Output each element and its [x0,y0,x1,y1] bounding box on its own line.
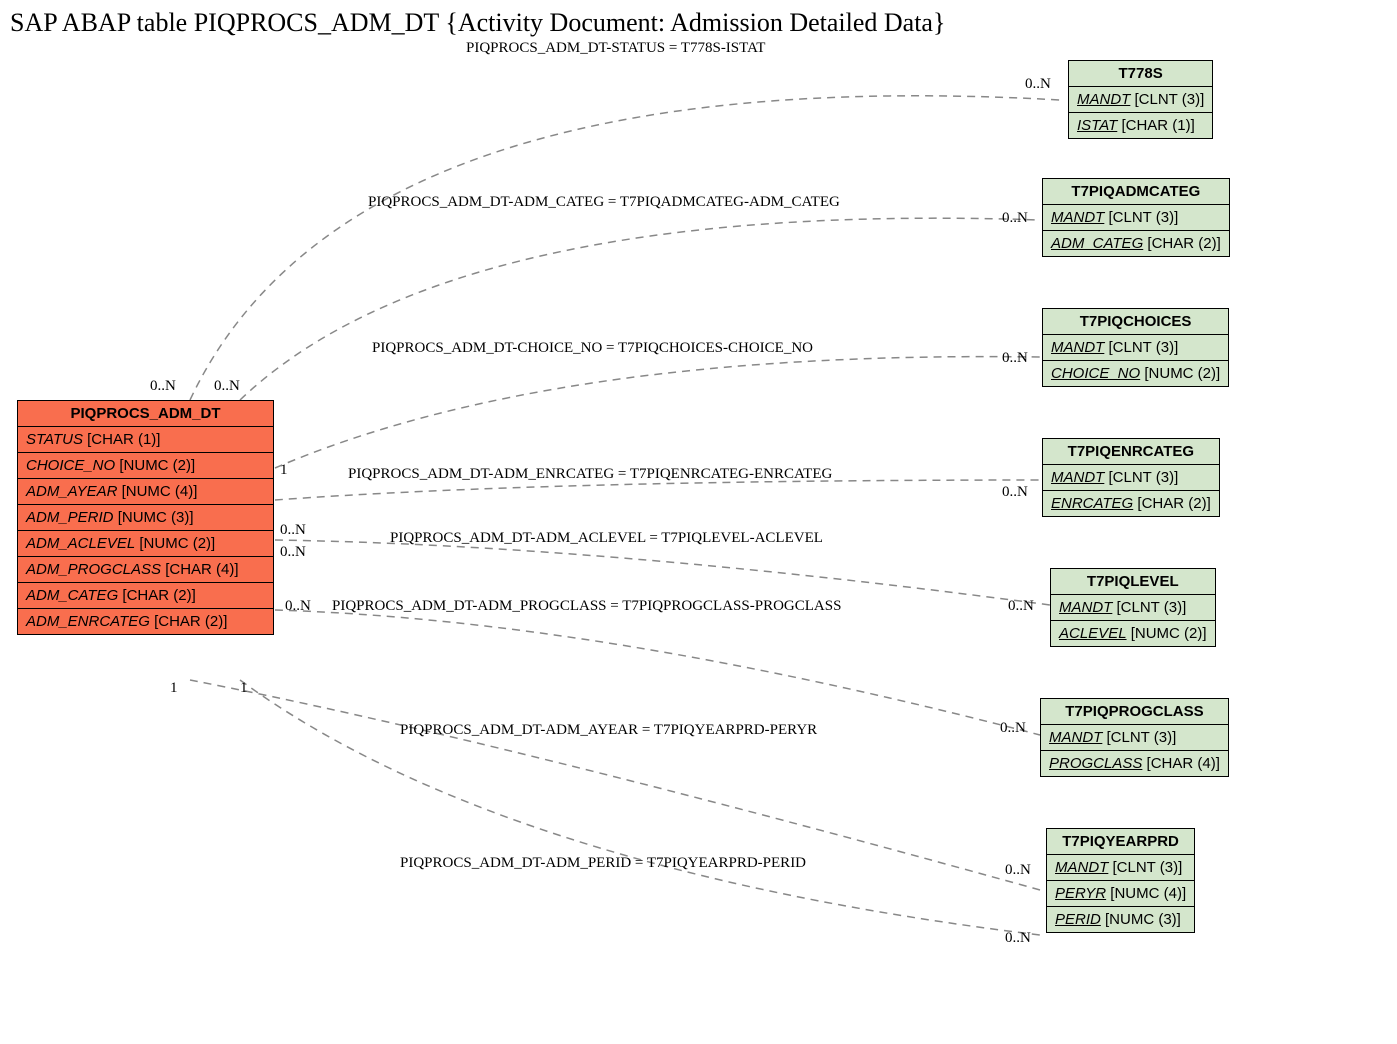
entity-header: T7PIQPROGCLASS [1041,699,1228,725]
field-row: ADM_CATEG [CHAR (2)] [18,583,273,609]
field-row: MANDT [CLNT (3)] [1051,595,1215,621]
field-row: MANDT [CLNT (3)] [1043,465,1219,491]
cardinality-label: 0..N [280,544,306,561]
entity-header: T7PIQENRCATEG [1043,439,1219,465]
entity-header: T7PIQYEARPRD [1047,829,1194,855]
relation-label: PIQPROCS_ADM_DT-STATUS = T778S-ISTAT [466,40,765,57]
cardinality-label: 0..N [1008,598,1034,615]
entity-t7piqprogclass: T7PIQPROGCLASS MANDT [CLNT (3)] PROGCLAS… [1040,698,1229,777]
cardinality-label: 0..N [1000,720,1026,737]
field-row: ADM_ACLEVEL [NUMC (2)] [18,531,273,557]
field-row: ISTAT [CHAR (1)] [1069,113,1212,138]
field-row: MANDT [CLNT (3)] [1043,205,1229,231]
entity-t7piqlevel: T7PIQLEVEL MANDT [CLNT (3)] ACLEVEL [NUM… [1050,568,1216,647]
entity-piqprocs-adm-dt: PIQPROCS_ADM_DT STATUS [CHAR (1)] CHOICE… [17,400,274,635]
cardinality-label: 0..N [285,598,311,615]
relation-label: PIQPROCS_ADM_DT-ADM_PERID = T7PIQYEARPRD… [400,855,806,872]
cardinality-label: 0..N [1005,862,1031,879]
cardinality-label: 0..N [280,522,306,539]
entity-t7piqyearprd: T7PIQYEARPRD MANDT [CLNT (3)] PERYR [NUM… [1046,828,1195,933]
field-row: ENRCATEG [CHAR (2)] [1043,491,1219,516]
field-row: MANDT [CLNT (3)] [1069,87,1212,113]
relation-label: PIQPROCS_ADM_DT-ADM_ENRCATEG = T7PIQENRC… [348,466,832,483]
page-title: SAP ABAP table PIQPROCS_ADM_DT {Activity… [10,8,945,38]
field-row: ADM_AYEAR [NUMC (4)] [18,479,273,505]
relation-label: PIQPROCS_ADM_DT-ADM_AYEAR = T7PIQYEARPRD… [400,722,817,739]
entity-t7piqenrcateg: T7PIQENRCATEG MANDT [CLNT (3)] ENRCATEG … [1042,438,1220,517]
field-row: PERYR [NUMC (4)] [1047,881,1194,907]
field-row: PROGCLASS [CHAR (4)] [1041,751,1228,776]
field-row: MANDT [CLNT (3)] [1041,725,1228,751]
cardinality-label: 0..N [1002,350,1028,367]
field-row: MANDT [CLNT (3)] [1043,335,1228,361]
entity-header: T778S [1069,61,1212,87]
entity-header: T7PIQADMCATEG [1043,179,1229,205]
field-row: ADM_CATEG [CHAR (2)] [1043,231,1229,256]
cardinality-label: 0..N [1005,930,1031,947]
cardinality-label: 1 [170,680,178,697]
relation-label: PIQPROCS_ADM_DT-ADM_CATEG = T7PIQADMCATE… [368,194,840,211]
relation-label: PIQPROCS_ADM_DT-ADM_PROGCLASS = T7PIQPRO… [332,598,841,615]
field-row: MANDT [CLNT (3)] [1047,855,1194,881]
cardinality-label: 0..N [1002,210,1028,227]
field-row: CHOICE_NO [NUMC (2)] [18,453,273,479]
entity-header: T7PIQCHOICES [1043,309,1228,335]
field-row: ADM_ENRCATEG [CHAR (2)] [18,609,273,634]
cardinality-label: 1 [280,462,288,479]
field-row: ADM_PROGCLASS [CHAR (4)] [18,557,273,583]
field-row: ACLEVEL [NUMC (2)] [1051,621,1215,646]
field-row: ADM_PERID [NUMC (3)] [18,505,273,531]
entity-header: PIQPROCS_ADM_DT [18,401,273,427]
cardinality-label: 0..N [150,378,176,395]
field-row: CHOICE_NO [NUMC (2)] [1043,361,1228,386]
cardinality-label: 0..N [214,378,240,395]
cardinality-label: 1 [240,680,248,697]
entity-t7piqadmcateg: T7PIQADMCATEG MANDT [CLNT (3)] ADM_CATEG… [1042,178,1230,257]
cardinality-label: 0..N [1025,76,1051,93]
field-row: STATUS [CHAR (1)] [18,427,273,453]
field-row: PERID [NUMC (3)] [1047,907,1194,932]
entity-t778s: T778S MANDT [CLNT (3)] ISTAT [CHAR (1)] [1068,60,1213,139]
cardinality-label: 0..N [1002,484,1028,501]
relation-label: PIQPROCS_ADM_DT-ADM_ACLEVEL = T7PIQLEVEL… [390,530,823,547]
entity-t7piqchoices: T7PIQCHOICES MANDT [CLNT (3)] CHOICE_NO … [1042,308,1229,387]
relation-label: PIQPROCS_ADM_DT-CHOICE_NO = T7PIQCHOICES… [372,340,813,357]
entity-header: T7PIQLEVEL [1051,569,1215,595]
